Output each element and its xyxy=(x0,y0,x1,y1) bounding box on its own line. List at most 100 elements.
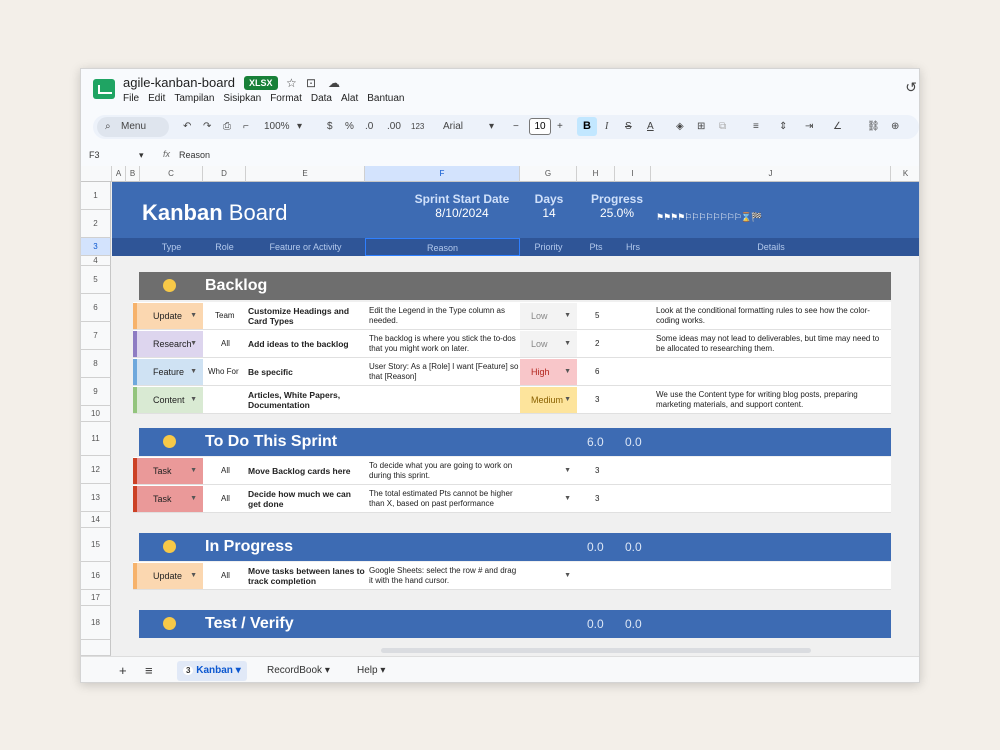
text-color-button[interactable]: A xyxy=(647,119,654,135)
pts-cell[interactable]: 5 xyxy=(595,311,599,321)
horizontal-align-icon[interactable]: ≡ xyxy=(753,119,759,135)
priority-select[interactable]: Low ▼ xyxy=(520,303,577,329)
reason-cell[interactable]: Edit the Legend in the Type column as ne… xyxy=(369,306,519,326)
paint-format-icon[interactable]: ⌐ xyxy=(243,119,249,135)
reason-cell[interactable]: User Story: As a [Role] I want [Feature]… xyxy=(369,362,519,382)
feature-cell[interactable]: Add ideas to the backlog xyxy=(248,339,366,349)
role-cell[interactable]: All xyxy=(221,466,230,476)
table-row[interactable]: Update ▼ All Move tasks between lanes to … xyxy=(133,562,891,590)
col-header-a[interactable]: A xyxy=(112,166,126,182)
col-header-k[interactable]: K xyxy=(891,166,919,182)
col-header-b[interactable]: B xyxy=(126,166,140,182)
version-history-icon[interactable]: ↺ xyxy=(905,79,917,96)
row-header-17[interactable]: 17 xyxy=(81,590,111,606)
col-header-i[interactable]: I xyxy=(615,166,651,182)
menu-format[interactable]: Format xyxy=(270,93,302,104)
dropdown-arrow-icon[interactable]: ▼ xyxy=(564,458,571,484)
type-chip[interactable]: Research ▼ xyxy=(133,331,203,357)
menu-edit[interactable]: Edit xyxy=(148,93,165,104)
type-chip[interactable]: Content ▼ xyxy=(133,387,203,413)
name-box-dropdown-icon[interactable]: ▾ xyxy=(139,150,144,161)
table-row[interactable]: Update ▼ Team Customize Headings and Card… xyxy=(133,302,891,330)
dropdown-arrow-icon[interactable]: ▼ xyxy=(190,387,197,413)
col-header-e[interactable]: E xyxy=(246,166,365,182)
row-header-15[interactable]: 15 xyxy=(81,528,111,562)
chevron-down-icon[interactable]: ▾ xyxy=(380,665,385,676)
col-header-h[interactable]: H xyxy=(577,166,615,182)
col-header-f[interactable]: F xyxy=(365,166,520,182)
reason-cell[interactable]: Google Sheets: select the row # and drag… xyxy=(369,566,519,586)
row-header-3[interactable]: 3 xyxy=(81,238,111,256)
row-header-12[interactable]: 12 xyxy=(81,456,111,484)
pts-cell[interactable]: 3 xyxy=(595,466,599,476)
type-chip[interactable]: Feature ▼ xyxy=(133,359,203,385)
dropdown-arrow-icon[interactable]: ▼ xyxy=(564,359,571,385)
add-sheet-button[interactable]: + xyxy=(113,661,133,681)
reason-cell[interactable]: The total estimated Pts cannot be higher… xyxy=(369,489,519,513)
colname-type[interactable]: Type xyxy=(140,238,203,256)
text-rotation-icon[interactable]: ∠ xyxy=(833,119,842,135)
name-box[interactable]: F3 xyxy=(89,150,100,160)
dropdown-arrow-icon[interactable]: ▼ xyxy=(190,359,197,385)
redo-icon[interactable]: ↷ xyxy=(203,119,211,135)
days-value[interactable]: 14 xyxy=(524,206,574,220)
menu-tools[interactable]: Alat xyxy=(341,93,358,104)
print-icon[interactable]: ⎙ xyxy=(223,119,231,135)
reason-cell[interactable]: The backlog is where you stick the to-do… xyxy=(369,334,519,354)
currency-format-button[interactable]: $ xyxy=(327,119,333,135)
colname-reason[interactable]: Reason xyxy=(365,238,520,256)
chevron-down-icon[interactable]: ▾ xyxy=(236,665,241,676)
type-chip[interactable]: Task ▼ xyxy=(133,486,203,512)
row-header-5[interactable]: 5 xyxy=(81,266,111,294)
insert-link-icon[interactable]: ⛓ xyxy=(867,119,880,135)
row-header-6[interactable]: 6 xyxy=(81,294,111,322)
text-wrap-icon[interactable]: ⇥ xyxy=(805,119,813,135)
row-header-10[interactable]: 10 xyxy=(81,406,111,422)
dropdown-arrow-icon[interactable]: ▼ xyxy=(190,563,197,589)
row-header-16[interactable]: 16 xyxy=(81,562,111,590)
dropdown-arrow-icon[interactable]: ▼ xyxy=(190,486,197,512)
vertical-align-icon[interactable]: ⇕ xyxy=(779,119,787,135)
dropdown-arrow-icon[interactable]: ▼ xyxy=(564,331,571,357)
priority-select[interactable]: Low ▼ xyxy=(520,331,577,357)
strikethrough-button[interactable]: S xyxy=(625,119,632,135)
sprint-start-value[interactable]: 8/10/2024 xyxy=(392,206,532,220)
table-row[interactable]: Task ▼ All Decide how much we can get don… xyxy=(133,485,891,513)
borders-icon[interactable]: ⊞ xyxy=(697,119,705,135)
menu-help[interactable]: Bantuan xyxy=(367,93,404,104)
move-folder-icon[interactable]: ⊡ xyxy=(306,76,316,90)
menu-view[interactable]: Tampilan xyxy=(174,93,214,104)
priority-select[interactable]: ▼ xyxy=(520,486,577,512)
row-header-7[interactable]: 7 xyxy=(81,322,111,350)
more-formats-button[interactable]: 123 xyxy=(411,119,424,135)
row-header-1[interactable]: 1 xyxy=(81,182,111,210)
lane-header-inprogress[interactable]: In Progress 0.0 0.0 xyxy=(139,533,891,561)
all-sheets-button[interactable]: ≡ xyxy=(139,661,159,681)
document-title[interactable]: agile-kanban-board xyxy=(123,75,235,90)
priority-select[interactable]: Medium ▼ xyxy=(520,387,577,413)
formula-input[interactable]: Reason xyxy=(179,150,210,160)
zoom-select[interactable]: 100% xyxy=(264,119,290,135)
select-all-corner[interactable] xyxy=(81,166,112,182)
bold-button[interactable]: B xyxy=(577,117,597,136)
dropdown-arrow-icon[interactable]: ▼ xyxy=(190,458,197,484)
role-cell[interactable]: Who For xyxy=(208,367,239,377)
reason-cell[interactable]: To decide what you are going to work on … xyxy=(369,461,519,481)
sheet-grid[interactable]: A B C D E F G H I J K 1 2 3 4 5 6 7 8 9 … xyxy=(81,166,919,656)
priority-select[interactable]: ▼ xyxy=(520,458,577,484)
chevron-down-icon[interactable]: ▾ xyxy=(325,665,330,676)
sheet-tab-help[interactable]: Help ▾ xyxy=(351,661,391,681)
percent-format-button[interactable]: % xyxy=(345,119,354,135)
table-row[interactable]: Research ▼ All Add ideas to the backlog T… xyxy=(133,330,891,358)
lane-header-test[interactable]: Test / Verify 0.0 0.0 xyxy=(139,610,891,638)
pts-cell[interactable]: 3 xyxy=(595,395,599,405)
zoom-dropdown-icon[interactable]: ▾ xyxy=(297,119,302,135)
sheet-tab-recordbook[interactable]: RecordBook ▾ xyxy=(261,661,336,681)
colname-hrs[interactable]: Hrs xyxy=(615,238,651,256)
insert-comment-icon[interactable]: ⊕ xyxy=(891,119,899,135)
sheet-tab-kanban[interactable]: 3 Kanban ▾ xyxy=(177,661,247,681)
fill-color-icon[interactable]: ◈ xyxy=(676,119,684,135)
dropdown-arrow-icon[interactable]: ▼ xyxy=(564,303,571,329)
priority-select[interactable]: ▼ xyxy=(520,563,577,589)
dropdown-arrow-icon[interactable]: ▼ xyxy=(190,303,197,329)
